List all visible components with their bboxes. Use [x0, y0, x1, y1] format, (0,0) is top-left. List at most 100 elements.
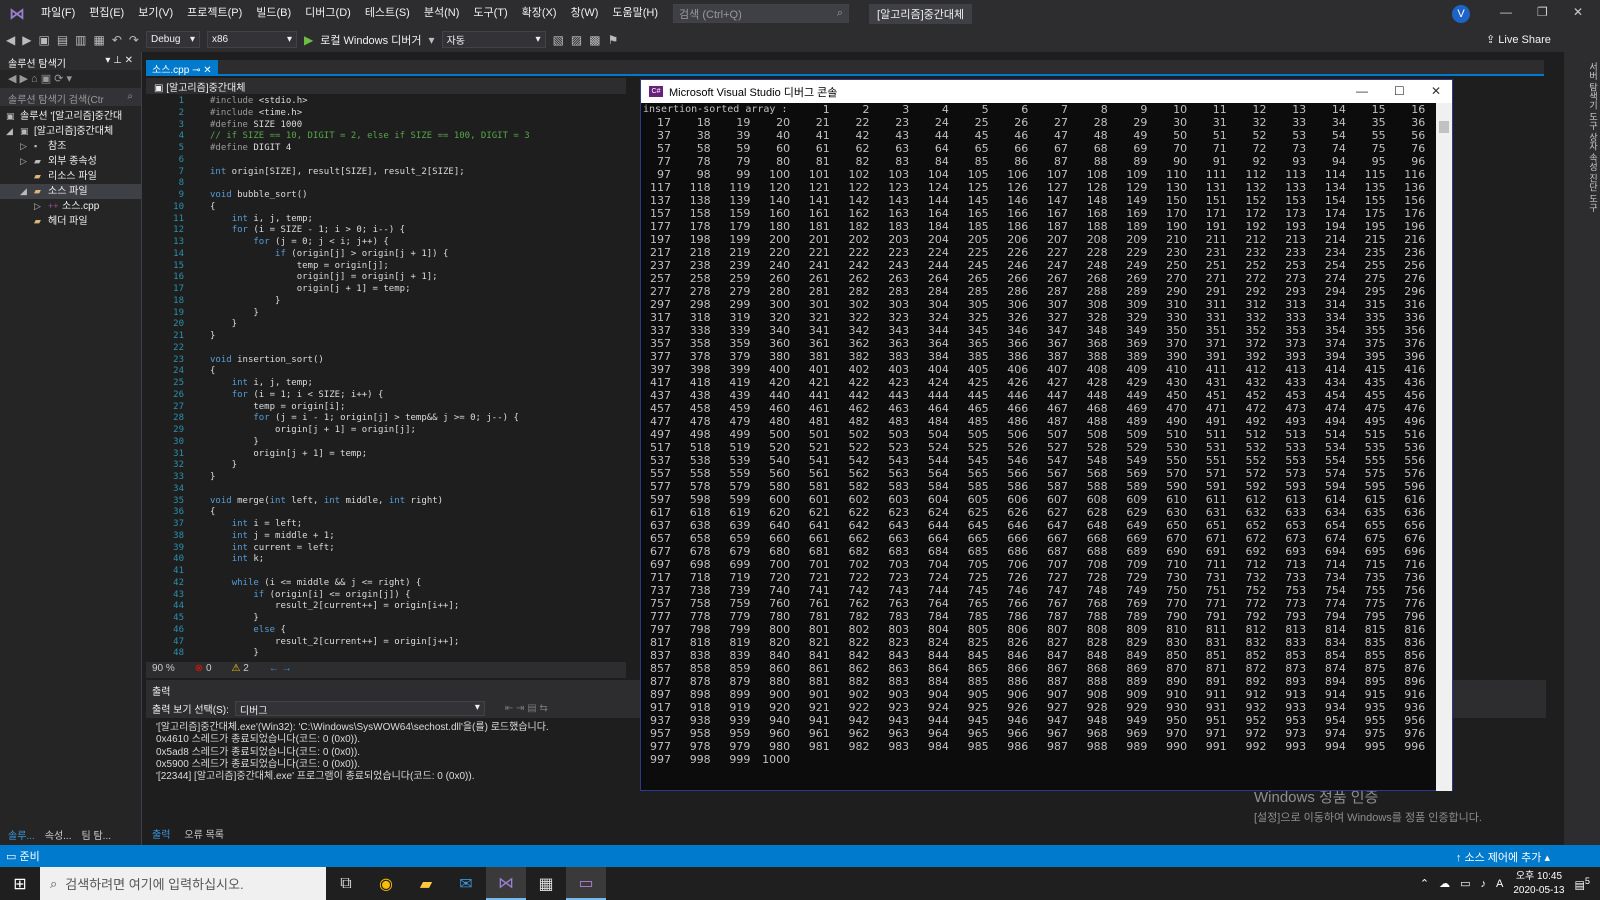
live-share-button[interactable]: ⇪ Live Share	[1486, 33, 1551, 46]
tree-references[interactable]: ▷ ▪ 참조	[0, 139, 141, 154]
notification-icon[interactable]: ▤5	[1575, 876, 1591, 892]
warning-count[interactable]: 2	[243, 663, 249, 674]
code-text[interactable]: for (i = SIZE - 1; i > 0; i--) {	[210, 224, 405, 236]
menu-item[interactable]: 프로젝트(P)	[180, 0, 249, 27]
code-text[interactable]: for (j = i - 1; origin[j] > temp&& j >= …	[210, 412, 519, 424]
code-text[interactable]: if (origin[j] > origin[j + 1]) {	[210, 248, 448, 260]
code-line[interactable]: 33}	[146, 471, 626, 483]
code-text[interactable]: int k;	[210, 553, 265, 565]
mail-icon[interactable]: ✉	[446, 867, 486, 900]
console-scrollbar[interactable]	[1436, 103, 1452, 791]
tree-source-files[interactable]: ◢ ▰ 소스 파일	[0, 184, 141, 199]
code-text[interactable]: }	[210, 436, 258, 448]
code-line[interactable]: 29 origin[j + 1] = origin[j];	[146, 424, 626, 436]
code-text[interactable]: void bubble_sort()	[210, 189, 308, 201]
code-line[interactable]: 27 temp = origin[i];	[146, 401, 626, 413]
toolbar-icon[interactable]: ▩	[589, 33, 600, 47]
code-text[interactable]: result_2[current++] = origin[i++];	[210, 600, 459, 612]
code-line[interactable]: 30 }	[146, 436, 626, 448]
minimize-icon[interactable]: —	[1356, 84, 1368, 98]
code-line[interactable]: 42 while (i <= middle && j <= right) {	[146, 577, 626, 589]
source-control-button[interactable]: ↑ 소스 제어에 추가 ▴	[1456, 849, 1550, 865]
menu-item[interactable]: 보기(V)	[131, 0, 180, 27]
code-text[interactable]: int j = middle + 1;	[210, 530, 335, 542]
code-text[interactable]: int i, j, temp;	[210, 377, 313, 389]
code-text[interactable]: origin[j + 1] = temp;	[210, 448, 367, 460]
code-line[interactable]: 5 #define DIGIT 4	[146, 142, 626, 154]
tab-properties[interactable]: 속성...	[45, 827, 72, 845]
code-text[interactable]: {	[210, 365, 215, 377]
code-text[interactable]: {	[210, 506, 215, 518]
code-line[interactable]: 1 #include <stdio.h>	[146, 95, 626, 107]
tree-source-cpp[interactable]: ▷ ++ 소스.cpp	[0, 199, 141, 214]
code-line[interactable]: 43 if (origin[i] <= origin[j]) {	[146, 589, 626, 601]
restore-icon[interactable]: ❐	[1537, 5, 1548, 19]
menu-item[interactable]: 파일(F)	[34, 0, 82, 27]
code-text[interactable]: }	[210, 330, 215, 342]
cloud-icon[interactable]: ☁	[1439, 877, 1450, 890]
code-text[interactable]: }	[210, 647, 258, 659]
code-line[interactable]: 34	[146, 483, 626, 495]
chevron-down-icon[interactable]: ▾	[429, 33, 435, 47]
code-text[interactable]: void insertion_sort()	[210, 354, 324, 366]
code-line[interactable]: 37 int i = left;	[146, 518, 626, 530]
new-project-icon[interactable]: ▣	[38, 33, 49, 47]
code-line[interactable]: 12 for (i = SIZE - 1; i > 0; i--) {	[146, 224, 626, 236]
code-line[interactable]: 8	[146, 177, 626, 189]
tab-solution[interactable]: 솔루...	[8, 827, 35, 845]
config-select[interactable]: Debug ▾	[145, 31, 200, 48]
code-text[interactable]: for (i = 1; i < SIZE; i++) {	[210, 389, 384, 401]
code-text[interactable]: // if SIZE == 10, DIGIT = 2, else if SIZ…	[210, 130, 530, 142]
close-icon[interactable]: ✕	[1431, 84, 1441, 98]
tab-source-cpp[interactable]: 소스.cpp ⊸ ✕	[146, 60, 218, 76]
chrome-icon[interactable]: ◉	[366, 867, 406, 900]
code-line[interactable]: 17 origin[j + 1] = temp;	[146, 283, 626, 295]
menu-item[interactable]: 창(W)	[564, 0, 606, 27]
code-text[interactable]: #define DIGIT 4	[210, 142, 291, 154]
editor-scrollbar[interactable]	[1544, 52, 1564, 662]
ime-indicator[interactable]: A	[1496, 878, 1503, 890]
code-text[interactable]: origin[j + 1] = origin[j];	[210, 424, 416, 436]
code-line[interactable]: 20 }	[146, 318, 626, 330]
open-icon[interactable]: ▤	[57, 33, 68, 47]
code-line[interactable]: 31 origin[j + 1] = temp;	[146, 448, 626, 460]
code-text[interactable]: while (i <= middle && j <= right) {	[210, 577, 422, 589]
pin-icon[interactable]: ⊸	[192, 65, 200, 76]
bookmark-icon[interactable]: ⚑	[608, 33, 619, 47]
code-text[interactable]: void merge(int left, int middle, int rig…	[210, 495, 443, 507]
console-output[interactable]: insertion-sorted array : 1 2 3 4 5 6 7 8 9 10 11 12…	[641, 103, 1436, 791]
tree-resource-files[interactable]: ▰ 리소스 파일	[0, 169, 141, 184]
save-all-icon[interactable]: ▦	[94, 33, 105, 47]
tab-output[interactable]: 출력	[152, 826, 170, 844]
task-view-icon[interactable]: ⧉	[326, 867, 366, 900]
code-line[interactable]: 11 int i, j, temp;	[146, 213, 626, 225]
menu-item[interactable]: 빌드(B)	[249, 0, 298, 27]
toolbar-icon[interactable]: ▧	[553, 33, 564, 47]
menu-item[interactable]: 확장(X)	[515, 0, 564, 27]
code-text[interactable]: temp = origin[j];	[210, 260, 389, 272]
code-text[interactable]: origin[j] = origin[j + 1];	[210, 271, 438, 283]
menu-item[interactable]: 테스트(S)	[358, 0, 417, 27]
menu-item[interactable]: 도움말(H)	[605, 0, 665, 27]
tab-team[interactable]: 팀 탐...	[82, 827, 112, 845]
output-source-select[interactable]: 디버그 ▾	[234, 700, 485, 717]
code-text[interactable]: else {	[210, 624, 286, 636]
error-count[interactable]: 0	[206, 663, 212, 674]
visual-studio-icon[interactable]: ⋈	[486, 867, 526, 900]
run-debugger-button[interactable]: 로컬 Windows 디버거	[320, 32, 421, 48]
windows-start-icon[interactable]: ⊞	[0, 867, 40, 900]
code-line[interactable]: 24 {	[146, 365, 626, 377]
debug-console-window[interactable]: C# Microsoft Visual Studio 디버그 콘솔 — ☐ ✕ …	[640, 79, 1453, 791]
code-text[interactable]: int origin[SIZE], result[SIZE], result_2…	[210, 166, 465, 178]
navigation-bar[interactable]: ▣ [알고리즘]중간대체	[146, 78, 626, 94]
app-icon[interactable]: ▦	[526, 867, 566, 900]
code-line[interactable]: 9 void bubble_sort()	[146, 189, 626, 201]
code-text[interactable]: }	[210, 459, 237, 471]
tree-solution[interactable]: ▣ 솔루션 '[알고리즘]중간대	[0, 109, 141, 124]
code-text[interactable]: int current = left;	[210, 542, 335, 554]
code-line[interactable]: 47 result_2[current++] = origin[j++];	[146, 636, 626, 648]
menu-item[interactable]: 도구(T)	[466, 0, 514, 27]
code-text[interactable]: #include <stdio.h>	[210, 95, 308, 107]
code-text[interactable]: int i = left;	[210, 518, 302, 530]
code-line[interactable]: 19 }	[146, 307, 626, 319]
